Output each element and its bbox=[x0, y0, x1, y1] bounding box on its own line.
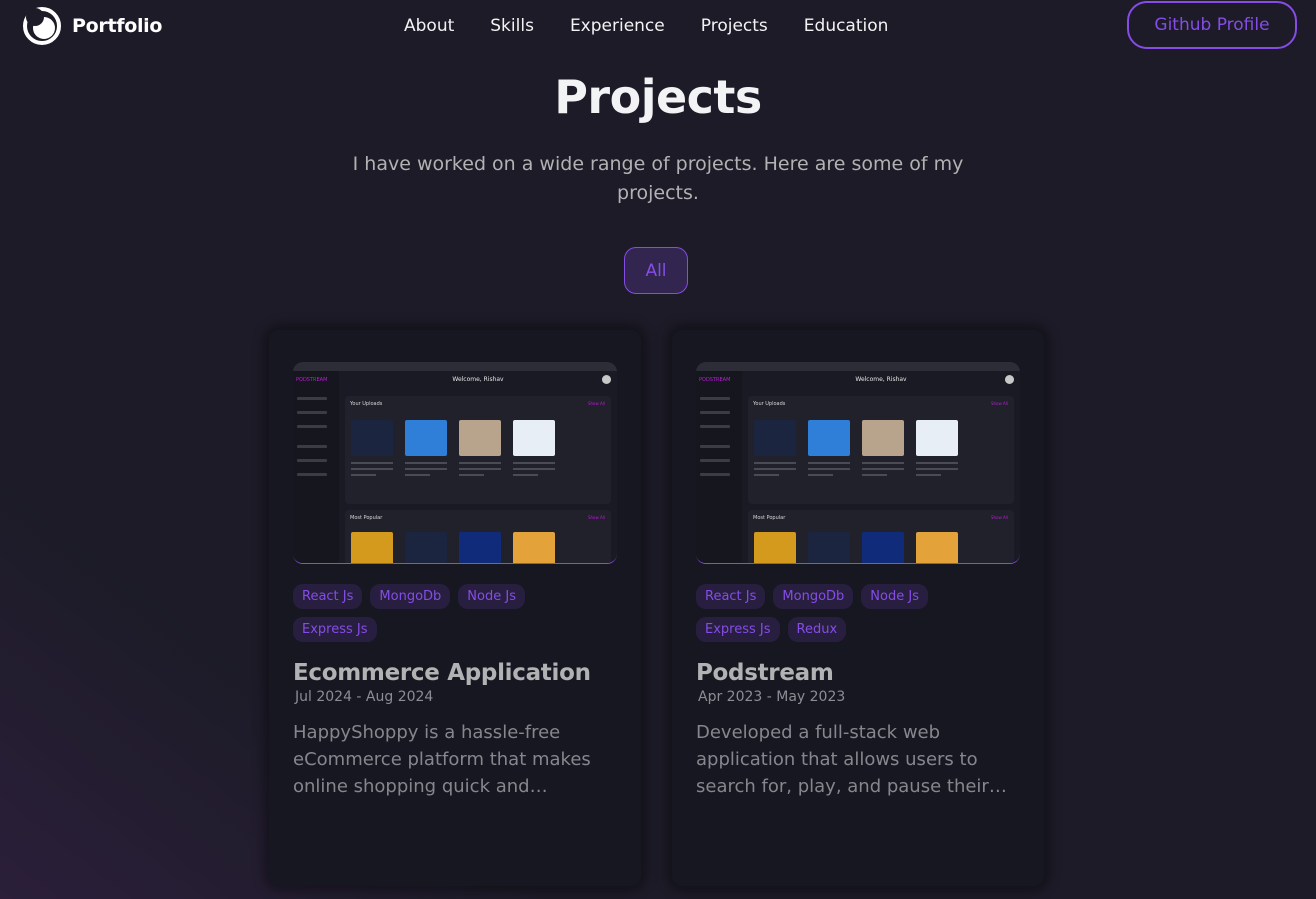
nav-links: About Skills Experience Projects Educati… bbox=[404, 14, 924, 38]
preview-sidebar-item bbox=[297, 397, 327, 400]
preview-sidebar-item bbox=[297, 459, 327, 462]
preview-thumbnail bbox=[513, 532, 555, 563]
preview-popular-panel: Most Popular Show All bbox=[748, 510, 1014, 563]
preview-thumbnail bbox=[351, 420, 393, 456]
preview-avatar bbox=[1005, 375, 1014, 384]
github-profile-button[interactable]: Github Profile bbox=[1127, 1, 1297, 49]
preview-sidebar-item bbox=[700, 411, 730, 414]
project-title: Podstream bbox=[696, 660, 834, 686]
tag: Redux bbox=[787, 617, 847, 642]
nav-link-skills[interactable]: Skills bbox=[490, 14, 534, 38]
preview-thumbnail bbox=[916, 532, 958, 563]
preview-brand: PODSTREAM bbox=[699, 377, 731, 383]
preview-sidebar-item bbox=[700, 473, 730, 476]
project-description: HappyShoppy is a hassle-free eCommerce p… bbox=[293, 722, 591, 797]
preview-sidebar-item bbox=[700, 445, 730, 448]
preview-avatar bbox=[602, 375, 611, 384]
preview-meta bbox=[862, 458, 904, 496]
preview-thumbnail bbox=[351, 532, 393, 563]
preview-brand: PODSTREAM bbox=[296, 377, 328, 383]
preview-meta bbox=[513, 458, 555, 496]
tag: React Js bbox=[293, 584, 363, 609]
tag: Express Js bbox=[293, 617, 377, 642]
preview-thumbnail bbox=[754, 532, 796, 563]
preview-welcome: Welcome, Rishav bbox=[452, 376, 504, 383]
preview-meta bbox=[754, 458, 796, 496]
project-card-ecommerce[interactable]: PODSTREAM Welcome, Rishav Your Uploads S… bbox=[269, 330, 641, 886]
browser-bar bbox=[696, 362, 1020, 371]
preview-meta bbox=[405, 458, 447, 496]
preview-thumbnail bbox=[405, 532, 447, 563]
project-card-podstream[interactable]: PODSTREAM Welcome, Rishav Your Uploads S… bbox=[672, 330, 1044, 886]
preview-welcome: Welcome, Rishav bbox=[855, 376, 907, 383]
preview-thumbnail bbox=[808, 420, 850, 456]
project-screenshot: PODSTREAM Welcome, Rishav Your Uploads S… bbox=[696, 362, 1020, 564]
preview-thumbnail bbox=[405, 420, 447, 456]
preview-show-all: Show All bbox=[990, 401, 1008, 406]
preview-popular-heading: Most Popular bbox=[350, 515, 383, 521]
logo[interactable]: Portfolio bbox=[22, 6, 162, 46]
project-date: Apr 2023 - May 2023 bbox=[698, 689, 846, 705]
logo-icon bbox=[23, 7, 61, 45]
preview-show-all: Show All bbox=[587, 401, 605, 406]
preview-meta bbox=[916, 458, 958, 496]
preview-sidebar-item bbox=[700, 397, 730, 400]
preview-thumbnail bbox=[862, 532, 904, 563]
preview-sidebar-item bbox=[297, 445, 327, 448]
preview-meta bbox=[808, 458, 850, 496]
filter-all-button[interactable]: All bbox=[624, 247, 688, 294]
project-title: Ecommerce Application bbox=[293, 660, 591, 686]
preview-uploads-heading: Your Uploads bbox=[350, 401, 383, 407]
preview-show-all: Show All bbox=[587, 515, 605, 520]
preview-sidebar-item bbox=[297, 425, 327, 428]
preview-sidebar: PODSTREAM bbox=[696, 371, 742, 563]
project-description: Developed a full-stack web application t… bbox=[696, 722, 989, 797]
preview-thumbnail bbox=[459, 532, 501, 563]
tag: MongoDb bbox=[773, 584, 854, 609]
nav-link-about[interactable]: About bbox=[404, 14, 454, 38]
preview-thumbnail bbox=[513, 420, 555, 456]
preview-thumbnail bbox=[459, 420, 501, 456]
tag: MongoDb bbox=[370, 584, 451, 609]
preview-popular-heading: Most Popular bbox=[753, 515, 786, 521]
nav-link-experience[interactable]: Experience bbox=[570, 14, 665, 38]
tag: Express Js bbox=[696, 617, 780, 642]
preview-thumbnail bbox=[862, 420, 904, 456]
project-date: Jul 2024 - Aug 2024 bbox=[295, 689, 434, 705]
preview-sidebar-item bbox=[297, 473, 327, 476]
preview-uploads-panel: Your Uploads Show All bbox=[748, 396, 1014, 504]
preview-sidebar-item bbox=[700, 425, 730, 428]
preview-uploads-heading: Your Uploads bbox=[753, 401, 786, 407]
preview-thumbnail bbox=[916, 420, 958, 456]
logo-text: Portfolio bbox=[72, 15, 163, 37]
tag-list: React Js MongoDb Node Js Express Js bbox=[293, 584, 617, 650]
section-subtitle: I have worked on a wide range of project… bbox=[352, 153, 964, 204]
navbar: Portfolio About Skills Experience Projec… bbox=[0, 0, 1316, 52]
browser-bar bbox=[293, 362, 617, 371]
preview-uploads-panel: Your Uploads Show All bbox=[345, 396, 611, 504]
section-title: Projects bbox=[554, 70, 762, 124]
preview-thumbnail bbox=[808, 532, 850, 563]
project-screenshot: PODSTREAM Welcome, Rishav Your Uploads S… bbox=[293, 362, 617, 564]
tag: Node Js bbox=[861, 584, 928, 609]
preview-meta bbox=[459, 458, 501, 496]
preview-show-all: Show All bbox=[990, 515, 1008, 520]
tag-list: React Js MongoDb Node Js Express Js Redu… bbox=[696, 584, 1020, 650]
nav-link-education[interactable]: Education bbox=[804, 14, 889, 38]
tag: React Js bbox=[696, 584, 766, 609]
preview-sidebar-item bbox=[297, 411, 327, 414]
preview-sidebar-item bbox=[700, 459, 730, 462]
nav-link-projects[interactable]: Projects bbox=[701, 14, 768, 38]
tag: Node Js bbox=[458, 584, 525, 609]
preview-meta bbox=[351, 458, 393, 496]
preview-thumbnail bbox=[754, 420, 796, 456]
preview-popular-panel: Most Popular Show All bbox=[345, 510, 611, 563]
preview-sidebar: PODSTREAM bbox=[293, 371, 339, 563]
